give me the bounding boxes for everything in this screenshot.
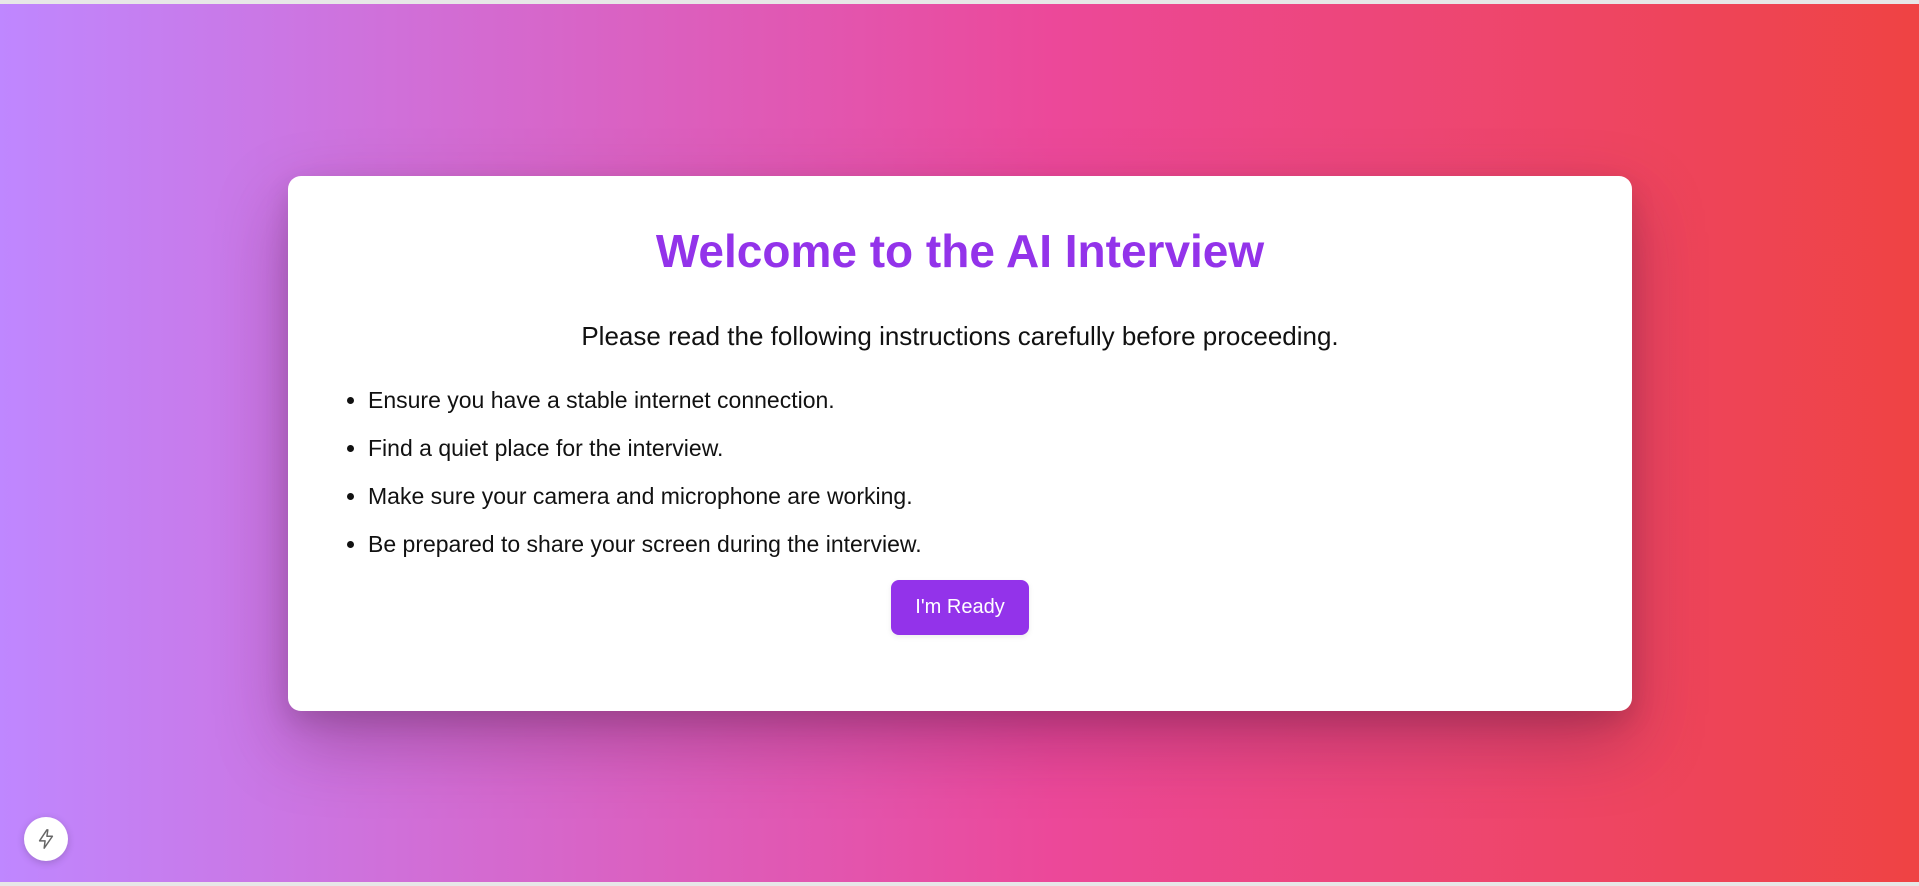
instructions-subtitle: Please read the following instructions c… xyxy=(581,321,1339,351)
page-title: Welcome to the AI Interview xyxy=(655,225,1265,277)
instructions-card: Welcome to the AI Interview Please read … xyxy=(288,176,1632,711)
instruction-item: Ensure you have a stable internet connec… xyxy=(368,386,1584,414)
instruction-item: Be prepared to share your screen during … xyxy=(368,530,1584,558)
gradient-background: Welcome to the AI Interview Please read … xyxy=(0,4,1919,882)
ready-button[interactable]: I'm Ready xyxy=(891,580,1029,635)
floating-action-button[interactable] xyxy=(24,817,68,861)
instruction-item: Make sure your camera and microphone are… xyxy=(368,482,1584,510)
instruction-item: Find a quiet place for the interview. xyxy=(368,434,1584,462)
instructions-list: Ensure you have a stable internet connec… xyxy=(336,386,1584,558)
lightning-icon xyxy=(38,829,54,849)
button-row: I'm Ready xyxy=(336,580,1584,635)
